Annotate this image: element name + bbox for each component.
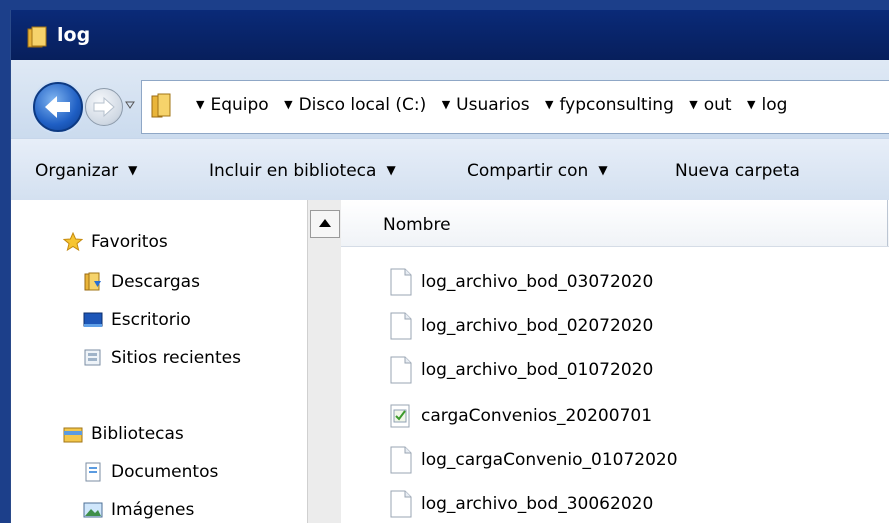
file-list: Nombre log_archivo_bod_03072020 log_arch… xyxy=(341,200,889,523)
recent-pages-chevron-icon[interactable] xyxy=(125,100,135,110)
explorer-window: log ▼ Equipo ▼ Disco local (C:) ▼ Usuarios xyxy=(10,10,889,523)
breadcrumb-disco-local[interactable]: Disco local (C:) xyxy=(299,95,427,115)
breadcrumb-log[interactable]: log xyxy=(761,95,787,115)
file-name: log_archivo_bod_03072020 xyxy=(421,272,654,292)
star-icon xyxy=(63,232,83,252)
folder-icon xyxy=(151,93,171,118)
nav-label: Sitios recientes xyxy=(111,348,241,368)
chevron-down-icon: ▼ xyxy=(128,163,138,177)
text-file-icon xyxy=(390,446,412,474)
images-icon xyxy=(83,502,103,518)
breadcrumb-out[interactable]: out xyxy=(704,95,732,115)
text-file-icon xyxy=(390,312,412,340)
text-file-icon xyxy=(390,268,412,296)
chevron-down-icon: ▼ xyxy=(386,163,396,177)
nav-label: Bibliotecas xyxy=(91,424,184,444)
libraries-icon xyxy=(63,427,83,443)
title-bar[interactable]: log xyxy=(11,10,889,60)
navigation-pane: Favoritos Descargas Escritorio Sitios re… xyxy=(11,200,308,523)
breadcrumb-chevron-icon[interactable]: ▼ xyxy=(442,98,450,111)
breadcrumb-fypconsulting[interactable]: fypconsulting xyxy=(560,95,674,115)
breadcrumb-chevron-icon[interactable]: ▼ xyxy=(545,98,553,111)
arrow-right-icon xyxy=(93,96,115,118)
folder-icon xyxy=(27,26,47,48)
file-name: cargaConvenios_20200701 xyxy=(421,406,653,426)
breadcrumb-usuarios[interactable]: Usuarios xyxy=(456,95,529,115)
file-name: log_archivo_bod_02072020 xyxy=(421,316,654,336)
forward-button[interactable] xyxy=(85,88,123,126)
organize-label: Organizar xyxy=(35,161,119,181)
breadcrumb: ▼ Equipo ▼ Disco local (C:) ▼ Usuarios ▼ fyp… xyxy=(186,95,787,115)
include-label: Incluir en biblioteca xyxy=(209,161,377,181)
breadcrumb-equipo[interactable]: Equipo xyxy=(210,95,268,115)
chevron-down-icon: ▼ xyxy=(598,163,608,177)
text-file-icon xyxy=(390,490,412,518)
breadcrumb-chevron-icon[interactable]: ▼ xyxy=(747,98,755,111)
documents-icon xyxy=(85,462,101,482)
breadcrumb-chevron-icon[interactable]: ▼ xyxy=(284,98,292,111)
file-name: log_cargaConvenio_01072020 xyxy=(421,450,678,470)
command-bar: Organizar ▼ Incluir en biblioteca ▼ Compar… xyxy=(11,138,889,201)
column-divider[interactable] xyxy=(887,200,888,246)
breadcrumb-chevron-icon[interactable]: ▼ xyxy=(196,98,204,111)
nav-label: Imágenes xyxy=(111,500,195,520)
address-row: ▼ Equipo ▼ Disco local (C:) ▼ Usuarios ▼ fyp… xyxy=(11,60,889,138)
nav-label: Descargas xyxy=(111,272,200,292)
share-label: Compartir con xyxy=(467,161,589,181)
breadcrumb-chevron-icon[interactable]: ▼ xyxy=(689,98,697,111)
back-button[interactable] xyxy=(33,82,83,132)
nav-label: Escritorio xyxy=(111,310,191,330)
text-file-icon xyxy=(390,356,412,384)
file-name: log_archivo_bod_01072020 xyxy=(421,360,654,380)
recent-places-icon xyxy=(84,349,101,366)
column-header-name[interactable]: Nombre xyxy=(341,200,889,247)
address-bar[interactable]: ▼ Equipo ▼ Disco local (C:) ▼ Usuarios ▼ fyp… xyxy=(141,80,889,134)
new-folder-button[interactable]: Nueva carpeta xyxy=(675,161,800,181)
nav-label: Documentos xyxy=(111,462,219,482)
window-title: log xyxy=(57,24,91,46)
organize-button[interactable]: Organizar ▼ xyxy=(35,161,137,181)
share-with-button[interactable]: Compartir con ▼ xyxy=(467,161,608,181)
arrow-left-icon xyxy=(45,96,70,118)
file-name: log_archivo_bod_30062020 xyxy=(421,494,654,514)
nav-scrollbar[interactable] xyxy=(307,200,342,523)
include-in-library-button[interactable]: Incluir en biblioteca ▼ xyxy=(209,161,396,181)
desktop-icon xyxy=(83,312,103,327)
nav-label: Favoritos xyxy=(91,232,168,252)
column-header-label: Nombre xyxy=(383,215,451,235)
scroll-up-button[interactable] xyxy=(310,210,340,238)
new-folder-label: Nueva carpeta xyxy=(675,161,800,181)
config-file-icon xyxy=(390,404,410,428)
downloads-folder-icon xyxy=(84,272,101,291)
